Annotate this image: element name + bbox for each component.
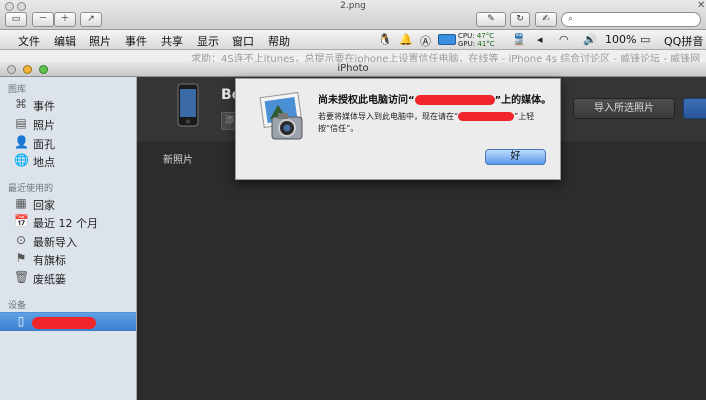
monitor-icon[interactable]: [438, 34, 456, 45]
markup-button[interactable]: ✍: [535, 12, 557, 27]
account-icon[interactable]: Ⓐ: [420, 33, 431, 49]
faces-icon: 👤: [14, 135, 29, 149]
sidebar-item-faces[interactable]: 👤 面孔: [0, 134, 136, 151]
iphoto-titlebar: iPhoto: [0, 62, 706, 77]
train-icon[interactable]: 🚆: [512, 33, 526, 46]
places-icon: 🌐: [14, 153, 29, 167]
sidebar-item-label: 地点: [33, 156, 55, 169]
menu-bar: 文件 编辑 照片 事件 共享 显示 窗口 帮助 🐧 🔔 Ⓐ CPU: 47°C …: [0, 30, 706, 50]
notification-bell-icon[interactable]: 🔔: [399, 33, 413, 46]
import-selected-button[interactable]: 导入所选照片: [573, 98, 675, 119]
flag-icon: ⚑: [15, 251, 27, 265]
preview-toolbar: 2.png ▭ － ＋ ↗ ✎ ↻ ✍ ⌕ ✕: [0, 0, 706, 30]
menu-item-help[interactable]: 帮助: [268, 33, 290, 49]
sidebar-header-library: 图库: [8, 85, 27, 95]
sidebar-item-last-12-months[interactable]: 📅 最近 12 个月: [0, 213, 136, 230]
ok-button[interactable]: 好: [485, 149, 546, 165]
qq-penguin-icon[interactable]: 🐧: [378, 33, 392, 46]
screenshot-root: 2.png ▭ － ＋ ↗ ✎ ↻ ✍ ⌕ ✕ 文件 编辑 照片 事件 共享 显…: [0, 0, 706, 400]
search-icon: ⌕: [568, 14, 574, 24]
menu-item-events[interactable]: 事件: [125, 33, 147, 49]
iphone-icon: ▯: [17, 314, 25, 328]
dialog-message: 若要将媒体导入到此电脑中，现在请在“ ”上轻按“信任”。: [318, 111, 548, 135]
battery-percent[interactable]: 100%: [605, 33, 636, 46]
menu-item-view[interactable]: 显示: [197, 33, 219, 49]
menu-item-photos[interactable]: 照片: [89, 33, 111, 49]
sidebar-item-label: 废纸篓: [33, 273, 66, 286]
volume-icon[interactable]: ◂: [537, 33, 543, 46]
menu-item-edit[interactable]: 编辑: [54, 33, 76, 49]
sidebar-item-flagged[interactable]: ⚑ 有旗标: [0, 250, 136, 267]
sidebar-item-label: 最近 12 个月: [33, 217, 98, 230]
sidebar-item-trash[interactable]: 🗑 废纸篓: [0, 269, 136, 286]
battery-icon[interactable]: ▭: [640, 33, 650, 46]
close-icon[interactable]: ✕: [697, 0, 705, 11]
input-method[interactable]: QQ拼音: [664, 33, 703, 49]
sidebar-item-label: 最新导入: [33, 236, 77, 249]
sidebar-header-devices: 设备: [8, 301, 27, 311]
event-icon: ▦: [15, 196, 27, 210]
sidebar-item-label: 面孔: [33, 138, 55, 151]
sidebar-item-label: 照片: [33, 119, 55, 132]
menu-item-window[interactable]: 窗口: [232, 33, 254, 49]
menu-item-file[interactable]: 文件: [18, 33, 40, 49]
share-button[interactable]: ↗: [80, 12, 102, 27]
wifi-icon[interactable]: ◠: [559, 33, 569, 46]
iphone-device-icon: [177, 83, 199, 127]
trust-alert-dialog: 尚未授权此电脑访问“ ”上的媒体。 若要将媒体导入到此电脑中，现在请在“ ”上轻按“…: [235, 78, 561, 180]
window-title: iPhoto: [337, 63, 369, 74]
edit-toolbar-button[interactable]: ✎: [476, 12, 506, 27]
redacted-device-name: [458, 112, 515, 121]
calendar-icon: 📅: [14, 214, 29, 228]
sidebar-toggle-button[interactable]: ▭: [5, 12, 27, 27]
redacted-device-name: [414, 95, 495, 105]
new-photos-heading: 新照片: [163, 155, 193, 166]
sidebar-item-places[interactable]: 🌐 地点: [0, 152, 136, 169]
sidebar-item-events[interactable]: ⌘ 事件: [0, 96, 136, 113]
rotate-button[interactable]: ↻: [510, 12, 530, 27]
zoom-out-button[interactable]: －: [32, 12, 54, 27]
dialog-title-prefix: 尚未授权此电脑访问“: [318, 95, 415, 106]
preview-title: 2.png: [340, 1, 366, 11]
trash-icon: 🗑: [14, 270, 30, 284]
dialog-message-prefix: 若要将媒体导入到此电脑中，现在请在“: [318, 112, 459, 121]
menu-item-share[interactable]: 共享: [161, 33, 183, 49]
sidebar: 图库 ⌘ 事件 ▤ 照片 👤 面孔 🌐 地点 最近使用的 ▦ 回家 📅 最近 1…: [0, 77, 137, 400]
sidebar-item-label: 有旗标: [33, 254, 66, 267]
photos-icon: ▤: [15, 116, 27, 130]
events-icon: ⌘: [15, 97, 27, 111]
dialog-title-suffix: ”上的媒体。: [494, 95, 552, 106]
sidebar-item-device[interactable]: ▯: [0, 312, 136, 331]
sidebar-item-label: 事件: [33, 100, 55, 113]
gpu-label: GPU:: [458, 40, 476, 48]
cpu-temp: 47°C: [476, 32, 495, 40]
sidebar-header-recent: 最近使用的: [8, 184, 54, 194]
sidebar-item-label: 回家: [33, 199, 55, 212]
cpu-label: CPU:: [458, 32, 475, 40]
iphoto-camera-icon: [259, 91, 303, 140]
import-icon: ⊙: [15, 233, 27, 247]
speaker-icon[interactable]: 🔊: [583, 33, 597, 46]
sidebar-item-last-import[interactable]: ⊙ 最新导入: [0, 232, 136, 249]
temperature-readout[interactable]: CPU: 47°C GPU: 41°C: [458, 32, 495, 48]
sidebar-item-photos[interactable]: ▤ 照片: [0, 115, 136, 132]
gpu-temp: 41°C: [477, 40, 495, 48]
redacted-device-name: [32, 317, 96, 329]
search-field[interactable]: ⌕: [561, 12, 701, 27]
dialog-title: 尚未授权此电脑访问“ ”上的媒体。: [318, 91, 551, 106]
import-all-button[interactable]: [683, 98, 706, 119]
zoom-in-button[interactable]: ＋: [54, 12, 76, 27]
sidebar-item-home[interactable]: ▦ 回家: [0, 195, 136, 212]
